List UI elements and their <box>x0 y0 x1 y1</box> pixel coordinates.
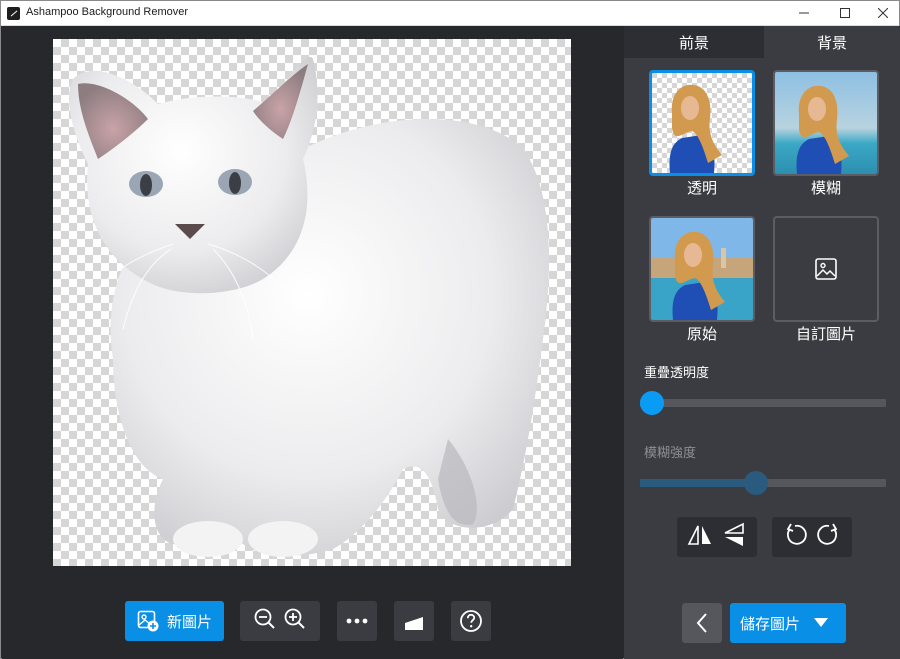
new-image-label: 新圖片 <box>166 612 212 631</box>
option-custom-image-label: 自訂圖片 <box>795 325 856 343</box>
back-button[interactable] <box>682 603 722 643</box>
title-bar: Ashampoo Background Remover <box>1 1 899 26</box>
help-icon <box>460 610 482 632</box>
zoom-in-icon <box>284 608 305 629</box>
rotate-left-icon <box>786 523 807 545</box>
save-image-button[interactable]: 儲存圖片 <box>730 603 846 643</box>
blur-preview-image <box>775 72 877 174</box>
overlay-opacity-label: 重疊透明度 <box>644 366 710 381</box>
more-options-button[interactable] <box>337 601 377 641</box>
chevron-down-icon[interactable] <box>814 618 829 628</box>
rotate-controls <box>772 517 852 557</box>
tab-background[interactable]: 背景 <box>764 26 900 58</box>
compare-button[interactable] <box>394 601 434 641</box>
flip-horizontal-icon <box>687 525 711 545</box>
canvas-area: 新圖片 <box>2 26 623 659</box>
flip-controls <box>677 517 757 557</box>
overlay-opacity-handle[interactable] <box>640 391 664 415</box>
flip-horizontal-button[interactable] <box>687 522 713 552</box>
settings-panel: 前景 背景 透明 模糊 原始 自訂圖片 重疊透明度 模糊強度 儲存圖片 <box>624 26 900 659</box>
option-original-label: 原始 <box>686 325 717 343</box>
option-custom-image[interactable] <box>773 216 879 322</box>
option-transparent-label: 透明 <box>686 179 717 197</box>
chevron-left-icon <box>696 613 707 633</box>
rotate-right-button[interactable] <box>816 522 842 552</box>
option-blur[interactable] <box>773 70 879 176</box>
blur-strength-slider[interactable] <box>640 471 886 495</box>
add-image-icon <box>137 610 159 632</box>
option-original[interactable] <box>649 216 755 322</box>
transparent-preview-image <box>652 73 752 173</box>
ellipsis-icon <box>346 618 368 624</box>
app-logo-icon <box>7 7 20 20</box>
overlay-opacity-slider[interactable] <box>640 391 886 415</box>
flip-vertical-button[interactable] <box>721 522 747 552</box>
zoom-in-button[interactable] <box>283 607 307 635</box>
save-image-label: 儲存圖片 <box>740 614 801 633</box>
compare-icon <box>404 611 424 631</box>
close-button[interactable] <box>865 1 900 25</box>
option-transparent[interactable] <box>649 70 755 176</box>
window-title: Ashampoo Background Remover <box>26 6 189 18</box>
help-button[interactable] <box>451 601 491 641</box>
tab-foreground[interactable]: 前景 <box>624 26 764 58</box>
rotate-left-button[interactable] <box>782 522 808 552</box>
zoom-out-button[interactable] <box>253 607 277 635</box>
app-window: Ashampoo Background Remover 新圖片 前景 背景 透明… <box>0 0 900 659</box>
blur-strength-handle[interactable] <box>744 471 769 495</box>
cutout-cat-image <box>68 57 549 557</box>
option-blur-label: 模糊 <box>810 179 841 197</box>
image-canvas[interactable] <box>53 39 571 566</box>
image-icon <box>815 258 837 280</box>
zoom-controls <box>240 601 320 641</box>
blur-strength-fill <box>640 479 757 487</box>
original-preview-image <box>651 218 753 320</box>
flip-vertical-icon <box>724 522 744 546</box>
zoom-out-icon <box>254 608 275 629</box>
rotate-right-icon <box>817 523 838 545</box>
blur-strength-label: 模糊強度 <box>644 446 697 461</box>
minimize-button[interactable] <box>786 1 822 25</box>
tab-bar: 前景 背景 <box>624 26 900 58</box>
new-image-button[interactable]: 新圖片 <box>125 601 224 641</box>
maximize-button[interactable] <box>827 1 863 25</box>
